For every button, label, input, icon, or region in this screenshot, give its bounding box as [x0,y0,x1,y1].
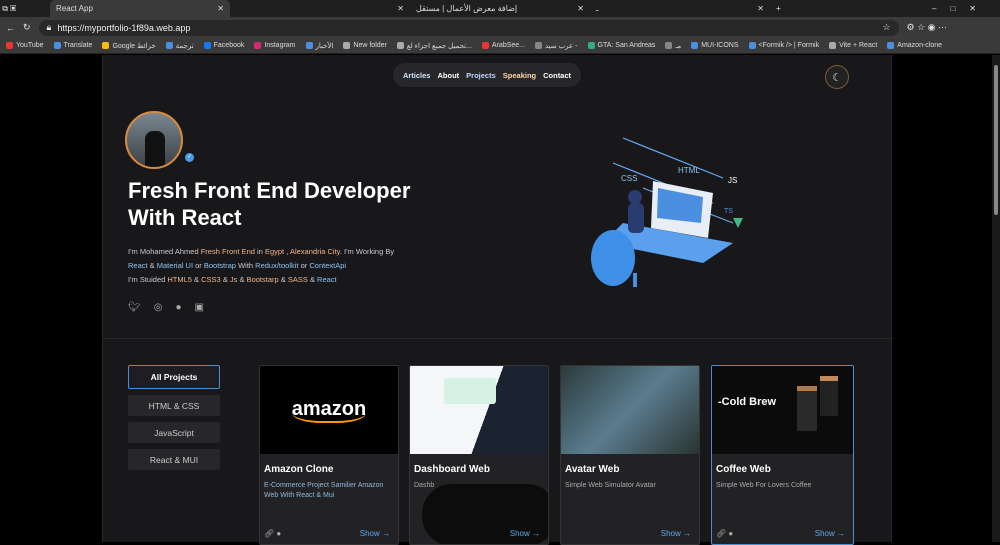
bookmark-item[interactable]: Amazon-clone [887,42,942,49]
extensions-icon[interactable]: ⚙ ☆ ◉ ⋯ [907,22,948,33]
address-bar-row: ← ↻ 🔒︎ https://myportfolio-1f89a.web.app ☆ … [0,17,1000,38]
filter-javascript[interactable]: JavaScript [128,422,220,443]
tab-actions-icon[interactable]: ⧉ ▣ [0,4,50,14]
bookmark-item[interactable]: GTA: San Andreas [587,42,655,49]
section-divider [103,338,893,339]
show-link[interactable]: Show → [360,529,390,538]
vue-icon [733,218,743,228]
close-icon[interactable]: ✕ [397,4,404,13]
bookmark-item[interactable]: تحميل جميع اجزاء لع... [396,42,472,50]
nav-about[interactable]: About [437,71,459,80]
project-desc: E-Commerce Project Samilier Amazon Web W… [264,482,384,499]
project-image [561,366,699,454]
project-desc: Simple Web Simulator Avatar [565,482,656,489]
new-tab-button[interactable]: + [776,4,781,13]
project-image: amazon [260,366,398,454]
html-label: HTML [678,166,700,175]
project-image: -Cold Brew [712,366,853,454]
bookmark-item[interactable]: Translate [53,42,92,49]
nav-projects[interactable]: Projects [466,71,496,80]
tab-bar: ⧉ ▣ React App ✕ ✕ إضافة معرض الأعمال | مس… [0,0,1000,17]
close-icon[interactable]: ✕ [757,4,764,13]
twitter-icon[interactable]: 🐦︎ [128,302,141,313]
project-card-avatar[interactable]: Avatar Web Simple Web Simulator Avatar Sh… [560,365,700,545]
page: Articles About Projects Speaking Contact… [0,55,992,545]
project-card-coffee[interactable]: -Cold Brew Coffee Web Simple Web For Love… [711,365,854,545]
bookmark-item[interactable]: ترجمة [165,42,194,50]
bookmark-item[interactable]: ArabSee... [481,42,525,49]
ts-label: TS [724,208,733,215]
css-label: CSS [621,174,637,183]
developer-illustration: HTML CSS JS TS [591,137,743,287]
tab-3[interactable]: إضافة معرض الأعمال | مستقل ✕ [410,0,590,17]
bookmark-item[interactable]: الأخبار [305,42,333,50]
bookmark-item[interactable]: Instagram [254,42,296,49]
content-column: Articles About Projects Speaking Contact… [102,55,893,545]
bookmark-item[interactable]: New folder [343,42,387,49]
project-image [410,366,548,454]
reload-icon[interactable]: ↻ [23,22,31,33]
project-title: Coffee Web [716,464,771,475]
window-controls[interactable]: –□✕ [932,4,1000,13]
scrollbar[interactable] [992,55,1000,542]
project-filters: All Projects HTML & CSS JavaScript React… [128,365,220,470]
nav-speaking[interactable]: Speaking [503,71,536,80]
github-icon[interactable]: ● [175,302,181,313]
close-icon[interactable]: ✕ [217,4,224,13]
project-card-amazon[interactable]: amazon Amazon Clone E-Commerce Project Sa… [259,365,399,545]
bookmark-item[interactable]: مـ [665,42,681,50]
url-input[interactable]: 🔒︎ https://myportfolio-1f89a.web.app ☆ [38,19,899,36]
show-link[interactable]: Show → [510,529,540,538]
link-github-icons[interactable]: 🔗︎ ● [716,529,733,538]
bookmark-item[interactable]: <Formik /> | Formik [748,42,819,49]
project-desc: Simple Web For Lovers Coffee [716,482,812,489]
project-title: Dashboard Web [414,464,490,475]
bookmark-item[interactable]: Vite + React [829,42,877,49]
project-card-dashboard[interactable]: Dashboard Web Dashb Show → [409,365,549,545]
project-title: Amazon Clone [264,464,334,475]
link-github-icons[interactable]: 🔗︎ ● [264,529,281,538]
show-link[interactable]: Show → [661,529,691,538]
hero-title: Fresh Front End Developer With React [128,178,411,230]
tab-4[interactable]: ـ ✕ [590,0,770,17]
filter-all-projects[interactable]: All Projects [128,365,220,389]
moon-icon: ☾ [832,71,842,84]
bookmark-item[interactable]: عرب سيد - [535,42,578,50]
bookmark-item[interactable]: YouTube [6,42,44,49]
star-icon[interactable]: ☆ [882,22,890,33]
linkedin-icon[interactable]: ▣ [194,302,203,313]
tab-react-app[interactable]: React App ✕ [50,0,230,17]
bookmark-item[interactable]: Facebook [203,42,244,49]
nav-contact[interactable]: Contact [543,71,571,80]
theme-toggle-button[interactable]: ☾ [825,65,849,89]
filter-react-mui[interactable]: React & MUI [128,449,220,470]
social-links: 🐦︎ ◎ ● ▣ [128,302,204,313]
close-icon[interactable]: ✕ [577,4,584,13]
bookmark-item[interactable]: MUI-ICONS [691,42,739,49]
lock-icon: 🔒︎ [46,22,52,32]
bookmark-item[interactable]: Google خرائط [102,42,156,50]
show-link[interactable]: Show → [815,529,845,538]
bookmarks-bar: YouTube Translate Google خرائط ترجمة Faceboo… [0,38,1000,54]
main-nav: Articles About Projects Speaking Contact [393,63,581,87]
avatar [125,111,183,169]
hero-description: I'm Mohamed Ahmed Fresh Front End in Egy… [128,247,395,284]
back-icon[interactable]: ← [6,23,15,33]
filter-html-css[interactable]: HTML & CSS [128,395,220,416]
nav-articles[interactable]: Articles [403,71,431,80]
tab-2[interactable]: ✕ [230,0,410,17]
js-label: JS [728,176,737,185]
verified-badge-icon: ✓ [185,153,194,162]
project-title: Avatar Web [565,464,620,475]
instagram-icon[interactable]: ◎ [154,302,163,313]
